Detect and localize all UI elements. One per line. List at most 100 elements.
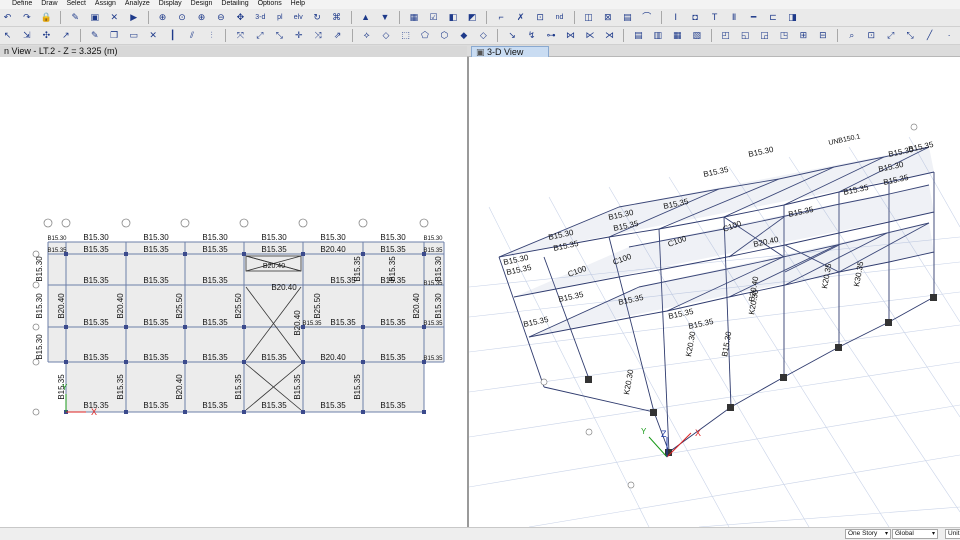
lock-icon[interactable]: 🔒 <box>40 11 53 24</box>
menu-help[interactable]: Help <box>291 0 305 8</box>
diaphragm-icon[interactable]: ⤨ <box>312 29 325 42</box>
undo-icon[interactable]: ↶ <box>1 11 14 24</box>
hinge-icon[interactable]: ⤡ <box>273 29 286 42</box>
tab-3d-view[interactable]: ▣ 3-D View <box>471 46 549 57</box>
perspective-icon[interactable]: ⌘ <box>330 11 343 24</box>
object-shrink-icon[interactable]: ◧ <box>446 11 459 24</box>
draw-node-label[interactable]: nd <box>553 11 566 24</box>
column-icon[interactable]: ┃ <box>166 29 179 42</box>
select-icon[interactable]: ⇲ <box>20 29 33 42</box>
mode-icon[interactable]: ⋈ <box>564 29 577 42</box>
draw-slab-icon[interactable]: ▤ <box>621 11 634 24</box>
forces-icon[interactable]: ↯ <box>525 29 538 42</box>
zoom-extents-icon[interactable]: ⊙ <box>176 11 189 24</box>
3d-view-canvas[interactable]: B15.30 B15.35 B15.30 B15.35 B15.30 B15.3… <box>468 57 960 528</box>
mass-icon[interactable]: ◇ <box>477 29 490 42</box>
load-icon[interactable]: ⟡ <box>360 29 373 42</box>
draw-wall-icon[interactable]: ◫ <box>582 11 595 24</box>
save-icon[interactable]: ▣ <box>88 11 101 24</box>
extrude-icon[interactable]: ◩ <box>466 11 479 24</box>
pier-icon[interactable]: ◨ <box>786 11 799 24</box>
frame-section-icon[interactable]: ◘ <box>689 11 702 24</box>
units-button[interactable]: Unit <box>945 529 960 539</box>
draw-brace-icon[interactable]: ⊡ <box>534 11 547 24</box>
menu-design[interactable]: Design <box>191 0 213 8</box>
point-icon[interactable]: · <box>943 29 956 42</box>
zoom-in-icon[interactable]: ⊕ <box>195 11 208 24</box>
node-icon[interactable]: ✣ <box>40 29 53 42</box>
wind-load-icon[interactable]: ⬡ <box>438 29 451 42</box>
paste-icon[interactable]: ▭ <box>127 29 140 42</box>
channel-icon[interactable]: ⊏ <box>766 11 779 24</box>
refresh-icon[interactable]: ✕ <box>108 11 121 24</box>
assign-icon[interactable]: ⫶ <box>205 29 218 42</box>
menu-draw[interactable]: Draw <box>41 0 57 8</box>
menu-assign[interactable]: Assign <box>95 0 116 8</box>
release-icon[interactable]: ⤧ <box>234 29 247 42</box>
copy-icon[interactable]: ❐ <box>108 29 121 42</box>
measure-icon[interactable]: ⊟ <box>816 29 829 42</box>
i-section-icon[interactable]: Ⅱ <box>728 11 741 24</box>
menu-detailing[interactable]: Detailing <box>221 0 248 8</box>
menu-options[interactable]: Options <box>258 0 282 8</box>
stress-icon[interactable]: ⊶ <box>545 29 558 42</box>
draw-opening-icon[interactable]: ⊠ <box>601 11 614 24</box>
menu-define[interactable]: Define <box>12 0 32 8</box>
move-up-icon[interactable]: ▲ <box>359 11 372 24</box>
deformed-icon[interactable]: ↘ <box>506 29 519 42</box>
shrink-icon[interactable]: ⤡ <box>904 29 917 42</box>
line-icon[interactable]: ╱ <box>923 29 936 42</box>
response-icon[interactable]: ⋉ <box>584 29 597 42</box>
shell-load-icon[interactable]: ⬠ <box>418 29 431 42</box>
find-icon[interactable]: ⌕ <box>845 29 858 42</box>
detail-icon[interactable]: ▦ <box>671 29 684 42</box>
story-mode-select[interactable]: One Story ▾ <box>845 529 891 539</box>
set-display-icon[interactable]: ▦ <box>407 11 420 24</box>
plan-view-canvas[interactable]: B15.30 B15.30 B15.30 B15.30 B15.30 B15.3… <box>0 57 467 527</box>
plan-view-button[interactable]: pl <box>274 11 286 24</box>
snap-icon[interactable]: ⊞ <box>797 29 810 42</box>
redo-icon[interactable]: ↷ <box>20 11 33 24</box>
point-load-icon[interactable]: ◇ <box>380 29 393 42</box>
pencil-icon[interactable]: ✎ <box>69 11 82 24</box>
report-icon[interactable]: ▥ <box>651 29 664 42</box>
draw-beam-icon[interactable]: ⌐ <box>495 11 508 24</box>
run-icon[interactable]: ▶ <box>127 11 140 24</box>
rotate-icon[interactable]: ↻ <box>311 11 324 24</box>
design-icon[interactable]: ⋊ <box>603 29 616 42</box>
filter-icon[interactable]: ◱ <box>739 29 752 42</box>
expand-icon[interactable]: ⤢ <box>884 29 897 42</box>
check-icon[interactable]: ☑ <box>427 11 440 24</box>
zoom-out-icon[interactable]: ⊖ <box>214 11 227 24</box>
coord-system-select[interactable]: Global ▾ <box>892 529 938 539</box>
elevation-view-button[interactable]: elv <box>292 11 304 24</box>
menu-select[interactable]: Select <box>66 0 85 8</box>
restraint-icon[interactable]: ⇗ <box>331 29 344 42</box>
table-icon[interactable]: ▤ <box>632 29 645 42</box>
view-options-icon[interactable]: ◰ <box>719 29 732 42</box>
local-axis-icon[interactable]: ✛ <box>292 29 305 42</box>
t-section-icon[interactable]: T <box>708 11 721 24</box>
tab-plan-view[interactable]: n View - LT.2 - Z = 3.325 (m) <box>0 46 467 57</box>
section-i-icon[interactable]: Ⅰ <box>669 11 682 24</box>
spring-icon[interactable]: ⤢ <box>253 29 266 42</box>
view-3d-button[interactable]: 3-d <box>253 11 267 24</box>
delete-icon[interactable]: ✕ <box>147 29 160 42</box>
member-icon[interactable]: ⫽ <box>186 29 199 42</box>
show-all-icon[interactable]: ⊡ <box>865 29 878 42</box>
draw-column-icon[interactable]: ✗ <box>514 11 527 24</box>
frame-load-icon[interactable]: ⬚ <box>399 29 412 42</box>
menu-analyze[interactable]: Analyze <box>125 0 150 8</box>
dash-icon[interactable]: ━ <box>747 11 760 24</box>
pointer-icon[interactable]: ↖ <box>1 29 14 42</box>
menu-display[interactable]: Display <box>159 0 182 8</box>
temperature-icon[interactable]: ◆ <box>457 29 470 42</box>
grid-icon[interactable]: ◳ <box>777 29 790 42</box>
draw-dimension-icon[interactable]: ⌒ <box>640 11 653 24</box>
zoom-window-icon[interactable]: ⊕ <box>156 11 169 24</box>
join-icon[interactable]: ↗ <box>59 29 72 42</box>
move-down-icon[interactable]: ▼ <box>379 11 392 24</box>
pan-icon[interactable]: ✥ <box>234 11 247 24</box>
drawing-icon[interactable]: ▧ <box>690 29 703 42</box>
layer-icon[interactable]: ◲ <box>758 29 771 42</box>
